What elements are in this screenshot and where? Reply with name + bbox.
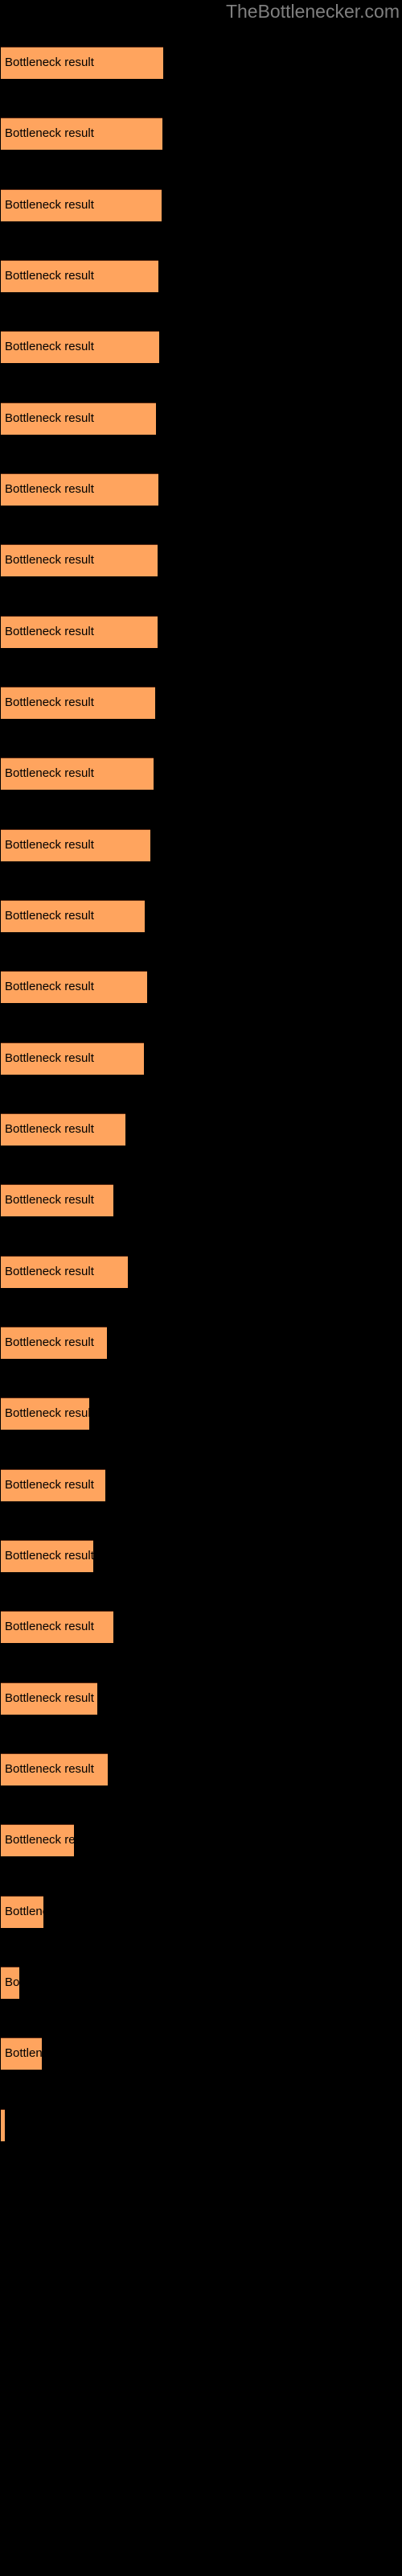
bar-clip: Bottleneck result xyxy=(1,189,162,221)
bar-clip: Bottleneck result xyxy=(1,687,155,719)
bar-rect[interactable] xyxy=(1,1184,113,1216)
bar-clip: Bottleneck result xyxy=(1,1611,113,1643)
bar-row: Bottleneck result xyxy=(0,260,402,292)
bar-row: Bottleneck result xyxy=(0,1540,402,1572)
bar-rect[interactable] xyxy=(1,189,162,221)
bar-row: Bottleneck result xyxy=(0,900,402,932)
bar-rect[interactable] xyxy=(1,2109,5,2141)
bar-row: Bottleneck result xyxy=(0,118,402,150)
bar-row: Bottleneck result xyxy=(0,687,402,719)
bar-row: Bottleneck result xyxy=(0,1824,402,1856)
bar-clip: Bottleneck result xyxy=(1,971,147,1003)
bar-row: Bottleneck result xyxy=(0,1469,402,1501)
bar-rect[interactable] xyxy=(1,1256,128,1288)
bar-row: Bottleneck result xyxy=(0,758,402,790)
bar-rect[interactable] xyxy=(1,900,145,932)
bar-clip: Bottleneck result xyxy=(1,758,154,790)
bar-rect[interactable] xyxy=(1,544,158,576)
bar-clip: Bottleneck result xyxy=(1,544,158,576)
bar-rect[interactable] xyxy=(1,971,147,1003)
bar-clip: Bottleneck result xyxy=(1,473,158,506)
bar-rect[interactable] xyxy=(1,473,158,506)
bar-rect[interactable] xyxy=(1,758,154,790)
bar-clip: Bottleneck result xyxy=(1,331,159,363)
bar-rect[interactable] xyxy=(1,1753,108,1785)
bar-clip: Bottleneck result xyxy=(1,616,158,648)
bar-rect[interactable] xyxy=(1,1042,144,1075)
bar-row: Bottleneck result xyxy=(0,1753,402,1785)
bar-row: Bottleneck result xyxy=(0,544,402,576)
bar-row: Bottleneck result xyxy=(0,47,402,79)
bar-row: Bottleneck result xyxy=(0,473,402,506)
bar-rect[interactable] xyxy=(1,687,155,719)
bar-clip: Bottleneck result xyxy=(1,1113,125,1146)
bar-row: Bottleneck result xyxy=(0,2037,402,2070)
bar-rect[interactable] xyxy=(1,829,150,861)
bar-rect[interactable] xyxy=(1,1611,113,1643)
bar-clip: Bottleneck result xyxy=(1,47,163,79)
bar-clip: Bottleneck result xyxy=(1,118,162,150)
bar-rect[interactable] xyxy=(1,1113,125,1146)
bar-row: Bottleneck result xyxy=(0,1113,402,1146)
bar-clip: Bottleneck result xyxy=(1,1896,43,1928)
bar-clip: Bottleneck result xyxy=(1,1753,108,1785)
bar-clip: Bottleneck result xyxy=(1,829,150,861)
bar-clip: Bottleneck result xyxy=(1,2109,5,2141)
bar-rect[interactable] xyxy=(1,402,156,435)
bar-row: Bottleneck result xyxy=(0,189,402,221)
bar-rect[interactable] xyxy=(1,616,158,648)
bar-clip: Bottleneck result xyxy=(1,1967,19,1999)
bar-clip: Bottleneck result xyxy=(1,1824,74,1856)
bar-clip: Bottleneck result xyxy=(1,1397,89,1430)
bar-rect[interactable] xyxy=(1,1397,89,1430)
bar-rect[interactable] xyxy=(1,1967,19,1999)
bar-clip: Bottleneck result xyxy=(1,402,156,435)
bar-row: Bottleneck result xyxy=(0,1896,402,1928)
bar-clip: Bottleneck result xyxy=(1,1256,128,1288)
bar-row: Bottleneck result xyxy=(0,616,402,648)
bar-row: Bottleneck result xyxy=(0,331,402,363)
bar-row: Bottleneck result xyxy=(0,2109,402,2141)
bar-row: Bottleneck result xyxy=(0,1184,402,1216)
bar-rect[interactable] xyxy=(1,47,163,79)
bar-clip: Bottleneck result xyxy=(1,2037,42,2070)
bar-row: Bottleneck result xyxy=(0,1256,402,1288)
bar-rect[interactable] xyxy=(1,260,158,292)
bar-row: Bottleneck result xyxy=(0,1967,402,1999)
bar-rect[interactable] xyxy=(1,1469,105,1501)
bar-rect[interactable] xyxy=(1,1682,97,1715)
bar-clip: Bottleneck result xyxy=(1,260,158,292)
bar-clip: Bottleneck result xyxy=(1,1682,97,1715)
bar-row: Bottleneck result xyxy=(0,971,402,1003)
bar-rect[interactable] xyxy=(1,1896,43,1928)
bar-clip: Bottleneck result xyxy=(1,1469,105,1501)
bar-row: Bottleneck result xyxy=(0,829,402,861)
bar-row: Bottleneck result xyxy=(0,1682,402,1715)
bar-rect[interactable] xyxy=(1,1824,74,1856)
bar-row: Bottleneck result xyxy=(0,402,402,435)
bar-clip: Bottleneck result xyxy=(1,1540,93,1572)
bar-clip: Bottleneck result xyxy=(1,1327,107,1359)
bar-clip: Bottleneck result xyxy=(1,900,145,932)
bar-row: Bottleneck result xyxy=(0,1611,402,1643)
bar-clip: Bottleneck result xyxy=(1,1184,113,1216)
bottleneck-bar-chart: TheBottlenecker.com Bottleneck result Bot… xyxy=(0,0,402,2576)
bar-rect[interactable] xyxy=(1,2037,42,2070)
bar-row: Bottleneck result xyxy=(0,1397,402,1430)
bar-row: Bottleneck result xyxy=(0,1042,402,1075)
bar-rect[interactable] xyxy=(1,1327,107,1359)
bar-rect[interactable] xyxy=(1,118,162,150)
bar-clip: Bottleneck result xyxy=(1,1042,144,1075)
bar-row: Bottleneck result xyxy=(0,1327,402,1359)
bar-rect[interactable] xyxy=(1,331,159,363)
site-watermark: TheBottlenecker.com xyxy=(225,1,400,22)
bar-rect[interactable] xyxy=(1,1540,93,1572)
